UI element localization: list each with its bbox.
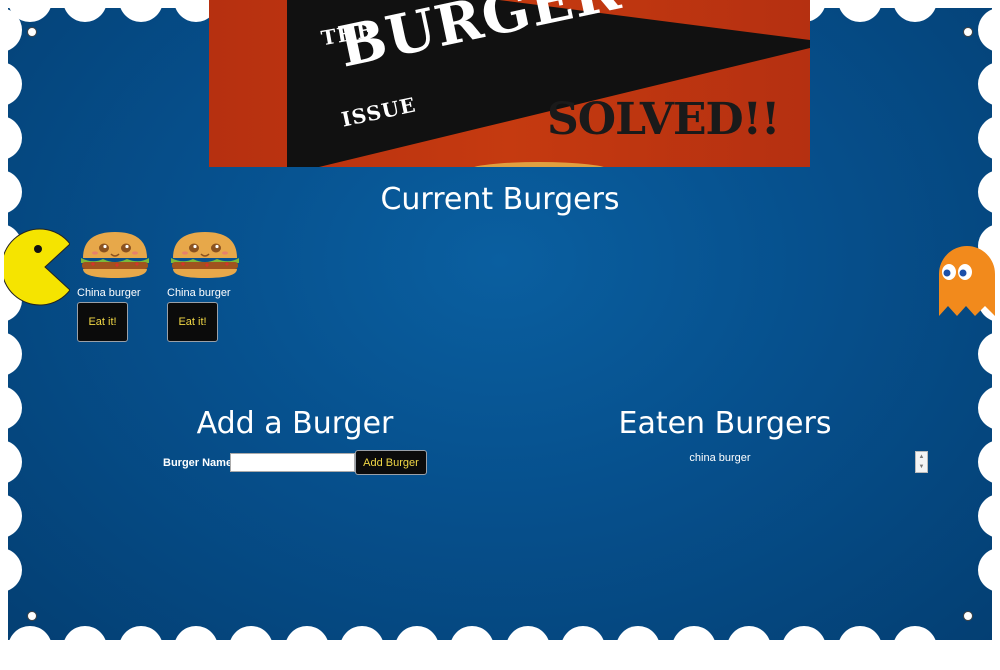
border-scallop [892, 626, 937, 670]
border-scallop [173, 626, 218, 670]
border-scallop [395, 626, 440, 670]
burger-icon [77, 232, 153, 286]
border-scallop [561, 626, 605, 670]
border-scallop [339, 626, 384, 670]
border-scallop [505, 626, 550, 670]
header-banner: THE BURGER ISSUE SOLVED!! [209, 0, 810, 167]
burger-icon [167, 232, 243, 286]
border-scallop [837, 626, 882, 670]
corner-dot [27, 611, 37, 621]
eaten-burgers-title: Eaten Burgers [618, 406, 832, 441]
banner-solved-text: SOLVED!! [547, 94, 780, 145]
ghost-icon [937, 244, 997, 323]
border-scallop [616, 626, 661, 670]
burger-name: China burger [167, 287, 231, 299]
add-burger-button[interactable]: Add Burger [355, 450, 427, 475]
eat-it-button[interactable]: Eat it! [77, 302, 128, 342]
corner-dot [963, 27, 973, 37]
border-scallop [118, 626, 163, 670]
border-scallop [229, 626, 274, 670]
add-burger-title: Add a Burger [196, 406, 394, 441]
eaten-burgers-list: china burger [620, 452, 820, 464]
burger-name: China burger [77, 287, 141, 299]
border-scallop [726, 626, 771, 670]
burger-name-input[interactable] [230, 453, 355, 472]
border-scallop [450, 626, 495, 670]
eaten-burger-item: china burger [689, 452, 751, 464]
burger-card: China burger Eat it! [77, 228, 157, 342]
border-scallop [284, 626, 329, 670]
border-scallop [8, 626, 52, 670]
current-burgers-title: Current Burgers [380, 182, 620, 217]
border-scallop [671, 626, 716, 670]
eat-it-button[interactable]: Eat it! [167, 302, 218, 342]
border-scallop [782, 626, 827, 670]
burger-card: China burger Eat it! [167, 228, 247, 342]
eaten-list-scrollbar[interactable]: ▲ ▼ [915, 451, 928, 473]
burger-name-label: Burger Name: [163, 457, 236, 469]
scroll-up-icon[interactable]: ▲ [916, 452, 927, 462]
scroll-down-icon[interactable]: ▼ [916, 462, 927, 472]
corner-dot [27, 27, 37, 37]
corner-dot [963, 611, 973, 621]
border-scallop [63, 626, 108, 670]
pacman-icon [1, 226, 71, 313]
